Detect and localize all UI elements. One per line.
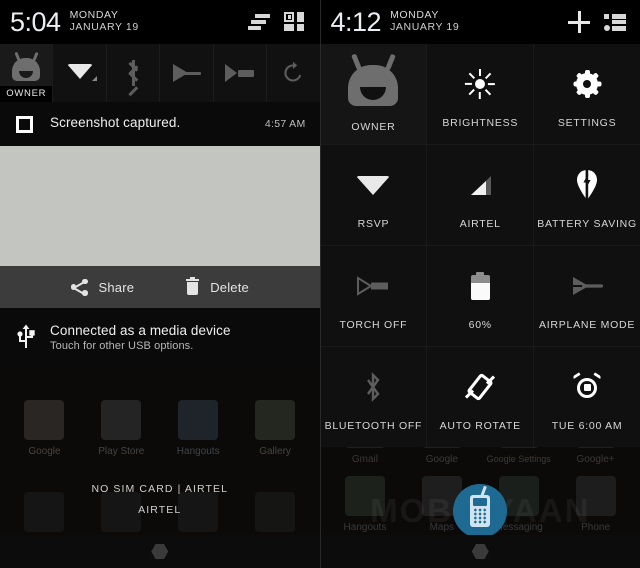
share-button[interactable]: Share xyxy=(45,278,161,296)
home-app-icon: Hangouts xyxy=(167,400,229,457)
screenshot-preview-image[interactable] xyxy=(0,146,320,266)
left-app-row: Google Play Store Hangouts Gallery xyxy=(0,400,320,457)
tile-label: OWNER xyxy=(351,121,396,133)
share-icon xyxy=(70,278,88,296)
qs-strip-wifi[interactable] xyxy=(53,44,107,102)
airplane-mode-icon xyxy=(171,63,202,83)
tile-label: BLUETOOTH OFF xyxy=(324,420,423,432)
battery-icon xyxy=(470,272,490,300)
tile-label: AIRTEL xyxy=(459,218,501,230)
delete-button[interactable]: Delete xyxy=(160,276,275,296)
left-clock: 5:04 xyxy=(10,6,61,37)
right-date-block: MONDAY JANUARY 19 xyxy=(390,9,460,34)
right-navigation-bar xyxy=(320,535,640,568)
notification-usb[interactable]: Connected as a media device Touch for ot… xyxy=(0,308,320,368)
tile-label: 60% xyxy=(468,319,492,331)
screenshot-icon xyxy=(16,115,50,133)
brightness-sun-icon xyxy=(465,69,496,99)
cellular-signal-icon xyxy=(469,175,492,195)
right-status-bar: 4:12 MONDAY JANUARY 19 xyxy=(320,0,640,44)
tile-bluetooth[interactable]: BLUETOOTH OFF xyxy=(320,347,427,447)
trash-icon xyxy=(186,276,200,296)
alarm-clock-icon xyxy=(572,371,602,401)
sync-rotate-icon xyxy=(284,61,302,82)
watermark: MOBIGYAAN xyxy=(321,484,640,538)
tile-label: TUE 6:00 AM xyxy=(551,420,623,432)
quick-settings-tile-grid: OWNER BRIGHTNESS SETTINGS RSVP AIRTEL BA… xyxy=(320,44,640,447)
notification-list-icon[interactable] xyxy=(600,7,630,37)
notification-subtitle: Touch for other USB options. xyxy=(50,340,194,352)
tile-label: BRIGHTNESS xyxy=(442,117,519,129)
tile-user[interactable]: OWNER xyxy=(320,44,427,144)
qs-strip-user-label: OWNER xyxy=(0,86,53,102)
notification-title: Connected as a media device xyxy=(50,323,231,338)
qs-strip-user[interactable]: OWNER xyxy=(0,44,54,102)
tile-battery-saving[interactable]: BATTERY SAVING xyxy=(534,145,640,245)
tile-label: SETTINGS xyxy=(557,117,617,129)
tile-label: AIRPLANE MODE xyxy=(539,319,636,331)
tile-alarm[interactable]: TUE 6:00 AM xyxy=(534,347,640,447)
torch-icon xyxy=(357,276,389,296)
clear-all-notifications-icon[interactable] xyxy=(244,7,274,37)
qs-strip-rotate[interactable] xyxy=(267,44,319,102)
home-app-icon: Google xyxy=(13,400,75,457)
notification-screenshot[interactable]: Screenshot captured. 4:57 AM xyxy=(0,102,320,146)
wifi-icon xyxy=(66,64,97,82)
delete-label: Delete xyxy=(210,279,249,295)
qs-strip-torch[interactable] xyxy=(214,44,268,102)
left-panel-notification-shade: Google Play Store Hangouts Gallery 5:04 … xyxy=(0,0,321,568)
sim-status-area: NO SIM CARD | AIRTEL AIRTEL xyxy=(0,483,320,516)
left-status-bar: 5:04 MONDAY JANUARY 19 xyxy=(0,0,320,44)
notification-title: Screenshot captured. xyxy=(50,115,181,130)
notification-time: 4:57 AM xyxy=(264,118,306,130)
auto-rotate-icon xyxy=(465,372,496,402)
tile-airplane-mode[interactable]: AIRPLANE MODE xyxy=(534,246,640,346)
tile-settings[interactable]: SETTINGS xyxy=(534,44,640,144)
left-date-block: MONDAY JANUARY 19 xyxy=(69,9,139,34)
plus-add-tile-icon[interactable] xyxy=(564,7,594,37)
bluetooth-icon xyxy=(367,372,380,402)
home-hexagon-icon[interactable] xyxy=(151,544,169,559)
tile-brightness[interactable]: BRIGHTNESS xyxy=(427,44,534,144)
left-quick-settings-strip: OWNER xyxy=(0,44,320,102)
screenshot-action-bar: Share Delete xyxy=(0,266,320,308)
tile-cellular[interactable]: AIRTEL xyxy=(427,145,534,245)
tile-label: RSVP xyxy=(357,218,390,230)
right-panel-quick-settings: Gmail Google Google Settings Google+ Han… xyxy=(320,0,640,568)
android-robot-avatar-icon xyxy=(342,53,404,110)
battery-saving-pin-icon xyxy=(577,170,598,200)
left-date: JANUARY 19 xyxy=(69,21,139,33)
bluetooth-icon xyxy=(124,60,142,96)
home-hexagon-icon[interactable] xyxy=(471,544,489,559)
qs-strip-bluetooth[interactable] xyxy=(107,44,161,102)
wifi-icon xyxy=(356,176,391,195)
share-label: Share xyxy=(98,279,135,295)
right-clock: 4:12 xyxy=(330,6,382,37)
usb-icon xyxy=(16,323,50,350)
mobigyaan-phone-logo xyxy=(453,484,508,538)
left-navigation-bar xyxy=(0,535,320,568)
settings-gear-icon xyxy=(573,70,602,98)
tile-battery[interactable]: 60% xyxy=(427,246,534,346)
tile-label: TORCH OFF xyxy=(339,319,408,331)
quick-settings-grid-icon[interactable] xyxy=(280,7,310,37)
tile-label: BATTERY SAVING xyxy=(537,218,637,230)
tile-wifi[interactable]: RSVP xyxy=(320,145,427,245)
tile-label: AUTO ROTATE xyxy=(439,420,521,432)
android-robot-avatar-icon xyxy=(9,51,43,84)
home-app-icon: Play Store xyxy=(90,400,152,457)
right-date: JANUARY 19 xyxy=(390,21,460,33)
home-app-icon: Gallery xyxy=(244,400,306,457)
sim-line-primary: NO SIM CARD | AIRTEL xyxy=(91,483,229,495)
qs-strip-airplane[interactable] xyxy=(160,44,214,102)
airplane-mode-icon xyxy=(573,277,604,295)
sim-line-secondary: AIRTEL xyxy=(138,504,182,516)
tile-torch[interactable]: TORCH OFF xyxy=(320,246,427,346)
dual-screenshot-comparison: Google Play Store Hangouts Gallery 5:04 … xyxy=(0,0,640,568)
tile-auto-rotate[interactable]: AUTO ROTATE xyxy=(427,347,534,447)
torch-icon xyxy=(224,64,255,82)
